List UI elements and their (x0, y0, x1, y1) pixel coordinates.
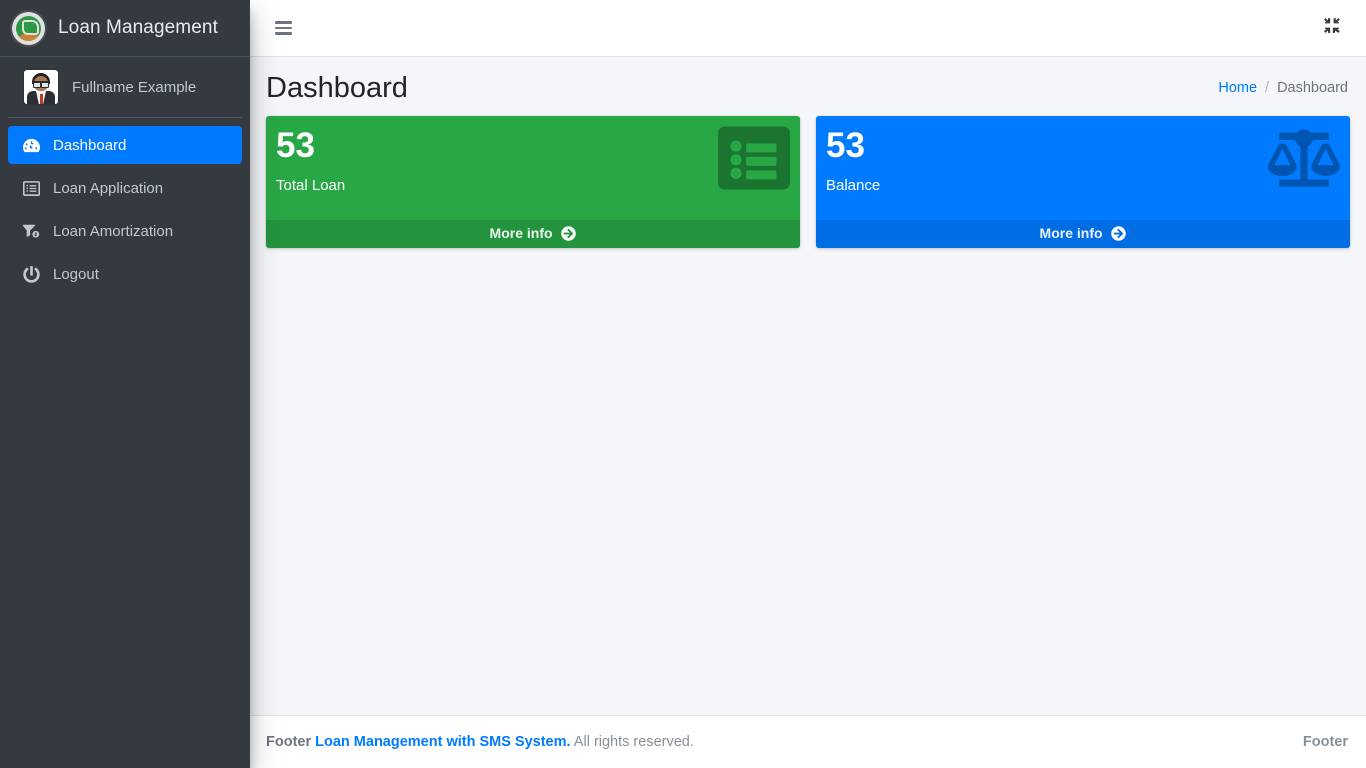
content-wrapper: Dashboard Home / Dashboard 53 Total Loan (250, 0, 1366, 768)
stat-card-label: Total Loan (276, 176, 346, 194)
stat-card-body: 53 Balance (816, 116, 1350, 220)
power-off-icon (20, 265, 42, 283)
app-root: Loan Management Fullname Example Dashboa… (0, 0, 1366, 768)
stat-card-total-loan: 53 Total Loan More info (266, 115, 800, 248)
breadcrumb: Home / Dashboard (1218, 80, 1348, 96)
sidebar-item-loan-amortization[interactable]: Loan Amortization (8, 212, 242, 250)
globe-logo-icon (12, 11, 45, 45)
page-title: Dashboard (266, 72, 408, 104)
user-name: Fullname Example (72, 78, 197, 96)
sidebar-item-logout[interactable]: Logout (8, 255, 242, 293)
top-navbar (250, 0, 1366, 57)
sidebar-item-dashboard[interactable]: Dashboard (8, 126, 242, 164)
menu-toggle-button[interactable] (266, 13, 300, 43)
balance-scale-icon (1268, 122, 1340, 194)
sidebar-item-loan-application[interactable]: Loan Application (8, 169, 242, 207)
sidebar: Loan Management Fullname Example Dashboa… (0, 0, 250, 768)
stat-cards-row: 53 Total Loan More info 53 Balance More … (266, 115, 1350, 248)
filter-dollar-icon (20, 222, 42, 240)
footer-right-label: Footer (1302, 734, 1348, 750)
breadcrumb-home-link[interactable]: Home (1218, 80, 1257, 96)
list-alt-icon (20, 179, 42, 197)
sidebar-item-label: Loan Amortization (53, 222, 174, 240)
stat-card-label: Balance (826, 176, 881, 194)
stat-card-more-info-link[interactable]: More info (266, 219, 800, 248)
list-alt-icon (718, 122, 790, 194)
breadcrumb-current: Dashboard (1277, 80, 1348, 97)
content-header: Dashboard Home / Dashboard (250, 57, 1366, 116)
user-panel[interactable]: Fullname Example (8, 57, 242, 118)
stat-card-body: 53 Total Loan (266, 116, 800, 220)
footer-prefix: Footer (266, 734, 312, 750)
brand-title: Loan Management (58, 17, 218, 38)
stat-card-more-info-label: More info (1039, 224, 1103, 241)
main-content: 53 Total Loan More info 53 Balance More … (250, 115, 1366, 715)
hamburger-icon (274, 18, 292, 37)
breadcrumb-separator: / (1265, 80, 1270, 97)
avatar (24, 70, 58, 104)
arrow-circle-right-icon (561, 226, 577, 241)
footer-text: Footer Loan Management with SMS System. … (266, 734, 694, 750)
stat-card-more-info-link[interactable]: More info (816, 219, 1350, 248)
sidebar-item-label: Loan Application (53, 179, 164, 197)
fullscreen-toggle-button[interactable] (1314, 13, 1348, 43)
main-footer: Footer Loan Management with SMS System. … (250, 715, 1366, 768)
stat-card-value: 53 (826, 125, 865, 165)
tachometer-icon (20, 136, 42, 154)
sidebar-nav: Dashboard Loan Application Loan Amortiza… (0, 118, 250, 293)
stat-card-balance: 53 Balance More info (816, 115, 1350, 248)
footer-link[interactable]: Loan Management with SMS System. (315, 734, 570, 750)
sidebar-item-label: Dashboard (53, 136, 127, 154)
sidebar-item-label: Logout (53, 265, 99, 283)
stat-card-more-info-label: More info (489, 224, 553, 241)
stat-card-value: 53 (276, 125, 315, 165)
footer-suffix: All rights reserved. (573, 734, 694, 750)
compress-icon (1323, 17, 1340, 39)
arrow-circle-right-icon (1111, 226, 1127, 241)
brand-header[interactable]: Loan Management (0, 0, 250, 57)
